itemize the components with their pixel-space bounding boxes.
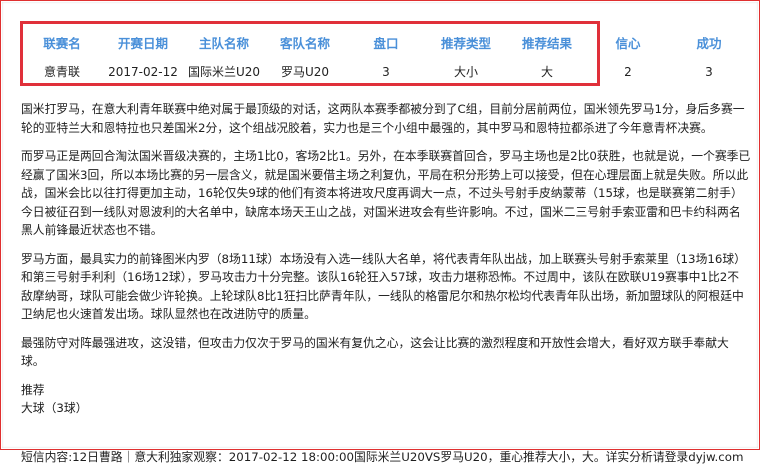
article-body: 国米打罗马，在意大利青年联赛中绝对属于最顶级的对话，这两队本赛季都被分到了C组，… [21,100,760,466]
article-paragraph-inter: 而罗马正是两回合淘汰国米晋级决赛的，主场1比0，客场2比1。另外，在本季联赛首回… [21,147,760,240]
recommendation: 推荐大球（3球） [21,381,760,418]
cell-success: 3 [705,58,713,86]
highlight-box [20,21,600,86]
header-confidence: 信心 [615,30,640,58]
header-success: 成功 [696,30,721,58]
sms-content: 短信内容:12日曹路｜意大利独家观察：2017-02-12 18:00:00国际… [21,448,760,466]
recommendation-value: 大球（3球） [21,401,88,415]
cell-confidence: 2 [624,58,632,86]
article-paragraph-roma: 罗马方面，最具实力的前锋图米内罗（8场11球）本场没有入选一线队大名单，将代表青… [21,250,760,324]
recommendation-title: 推荐 [21,383,45,397]
article-paragraph-intro: 国米打罗马，在意大利青年联赛中绝对属于最顶级的对话，这两队本赛季都被分到了C组，… [21,100,760,137]
article-paragraph-summary: 最强防守对阵最强进攻，这没错，但攻击力仅次于罗马的国米有复仇之心，这会让比赛的激… [21,334,760,371]
